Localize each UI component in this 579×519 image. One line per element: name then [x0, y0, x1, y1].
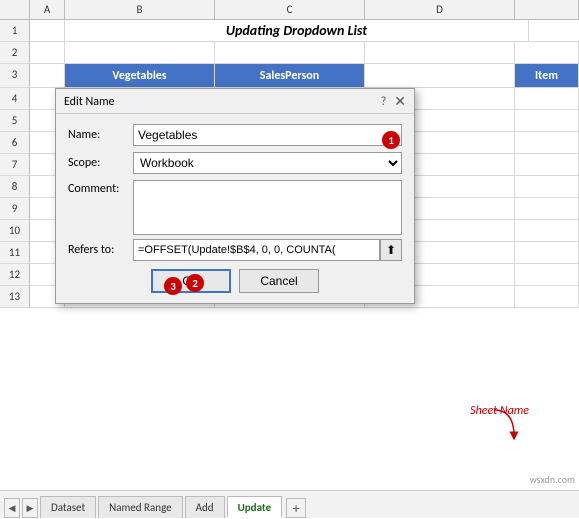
row-number: 8: [0, 176, 30, 197]
edit-name-dialog: Edit Name ? ✕ Name: Scope: Workbook Comm: [55, 88, 415, 304]
cell-e10[interactable]: [515, 220, 579, 241]
cell-e7[interactable]: [515, 154, 579, 175]
corner-cell: [0, 0, 30, 19]
name-input[interactable]: [133, 124, 402, 146]
cell-e2[interactable]: [515, 42, 579, 63]
badge-2: 2: [186, 274, 204, 292]
name-label: Name:: [68, 128, 133, 142]
dialog-controls: ? ✕: [381, 95, 406, 109]
scope-label: Scope:: [68, 156, 133, 170]
row-number: 10: [0, 220, 30, 241]
cell-d2[interactable]: [365, 42, 515, 63]
col-header-c: C: [215, 0, 365, 19]
col-header-d: D: [365, 0, 515, 19]
cancel-button[interactable]: Cancel: [239, 269, 319, 293]
tab-bar: ◀ ▶ Dataset Named Range Add Update + wsx…: [0, 490, 579, 518]
table-row: 1 Updating Dropdown List: [0, 20, 579, 42]
cell-title: Updating Dropdown List: [65, 20, 529, 41]
cell-e3-item[interactable]: Item: [515, 64, 579, 87]
tab-named-range[interactable]: Named Range: [98, 496, 182, 518]
row-number: 4: [0, 88, 30, 109]
spreadsheet: A B C D 1 Updating Dropdown List 2 3 Veg…: [0, 0, 579, 480]
cell-c3-header[interactable]: SalesPerson: [215, 64, 365, 87]
refers-expand-button[interactable]: ⬆: [380, 239, 402, 261]
sheet-name-arrow: [464, 408, 524, 444]
tab-add[interactable]: Add: [185, 496, 225, 518]
cell-e12[interactable]: [515, 264, 579, 285]
dialog-close-button[interactable]: ✕: [394, 95, 406, 109]
name-row: Name:: [68, 124, 402, 146]
row-number: 7: [0, 154, 30, 175]
cell-e6[interactable]: [515, 132, 579, 153]
dialog-title: Edit Name: [64, 95, 115, 109]
table-row: 3 Vegetables SalesPerson Item: [0, 64, 579, 88]
comment-label: Comment:: [68, 180, 133, 196]
tab-dataset[interactable]: Dataset: [40, 496, 96, 518]
tab-update[interactable]: Update: [227, 496, 283, 518]
tab-add-new-button[interactable]: +: [286, 498, 306, 518]
row-number: 9: [0, 198, 30, 219]
col-header-a: A: [30, 0, 65, 19]
cell-b3-header[interactable]: Vegetables: [65, 64, 215, 87]
refers-label: Refers to:: [68, 243, 133, 257]
row-number: 2: [0, 42, 30, 63]
scope-select[interactable]: Workbook: [133, 152, 402, 174]
badge-3: 3: [164, 277, 182, 295]
badge-1: 1: [382, 131, 400, 149]
cell-d3[interactable]: [365, 64, 515, 87]
dialog-buttons: OK Cancel: [68, 269, 402, 293]
table-row: 2: [0, 42, 579, 64]
row-number: 13: [0, 286, 30, 307]
refers-row: Refers to: ⬆: [68, 239, 402, 261]
dialog-title-bar: Edit Name ? ✕: [56, 89, 414, 114]
cell-a1[interactable]: [30, 20, 65, 41]
cell-c2[interactable]: [215, 42, 365, 63]
cell-e8[interactable]: [515, 176, 579, 197]
comment-row: Comment:: [68, 180, 402, 235]
comment-textarea[interactable]: [133, 180, 402, 235]
cell-b2[interactable]: [65, 42, 215, 63]
row-number: 11: [0, 242, 30, 263]
cell-e9[interactable]: [515, 198, 579, 219]
row-number: 12: [0, 264, 30, 285]
dialog-body: Name: Scope: Workbook Comment: Refers to…: [56, 114, 414, 303]
column-headers: A B C D: [0, 0, 579, 20]
col-header-b: B: [65, 0, 215, 19]
dialog-help-button[interactable]: ?: [381, 95, 387, 109]
tab-scroll-left[interactable]: ◀: [4, 498, 20, 518]
cell-a2[interactable]: [30, 42, 65, 63]
scope-row: Scope: Workbook: [68, 152, 402, 174]
cell-e13[interactable]: [515, 286, 579, 307]
row-number: 1: [0, 20, 30, 41]
col-header-e: [515, 0, 579, 19]
refers-input[interactable]: [133, 239, 380, 261]
cell-e4[interactable]: [515, 88, 579, 109]
watermark: wsxdn.com: [530, 473, 575, 486]
tab-scroll-right[interactable]: ▶: [22, 498, 38, 518]
row-number: 5: [0, 110, 30, 131]
cell-e11[interactable]: [515, 242, 579, 263]
row-number: 6: [0, 132, 30, 153]
row-number: 3: [0, 64, 30, 87]
cell-a3[interactable]: [30, 64, 65, 87]
cell-e5[interactable]: [515, 110, 579, 131]
